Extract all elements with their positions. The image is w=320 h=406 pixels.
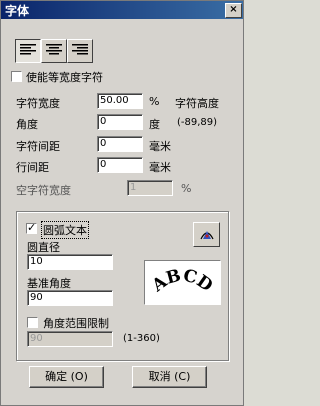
arc-text-icon	[200, 231, 214, 240]
base-angle-label: 基准角度	[27, 277, 71, 290]
angle-input[interactable]: 0	[97, 114, 143, 130]
angle-limit-input[interactable]: 90	[27, 331, 113, 347]
font-dialog: 字体 × 使能等宽度字符 字符宽度 50.00 % 字符高度 角度 0 度 (-…	[0, 0, 244, 406]
align-center-icon	[46, 44, 62, 55]
space-width-input[interactable]: 1	[127, 180, 173, 196]
angle-unit: 度	[149, 118, 160, 131]
space-width-unit: %	[181, 182, 192, 195]
diameter-label: 圆直径	[27, 241, 60, 254]
arc-text-checkbox[interactable]	[26, 221, 37, 234]
angle-limit-range: (1-360)	[123, 333, 160, 344]
char-width-input[interactable]: 50.00	[97, 93, 143, 109]
line-spacing-label: 行间距	[16, 161, 49, 174]
align-right-icon	[72, 44, 88, 55]
char-width-unit: %	[149, 95, 160, 108]
arc-text-label: 圆弧文本	[41, 221, 89, 239]
arc-preview: ABCD	[144, 260, 221, 305]
angle-range: (-89,89)	[177, 117, 218, 128]
window-title: 字体	[5, 4, 30, 18]
equal-width-label: 使能等宽度字符	[26, 71, 103, 84]
line-spacing-input[interactable]: 0	[97, 157, 143, 173]
align-right-button[interactable]	[67, 39, 93, 63]
align-left-button[interactable]	[15, 39, 41, 63]
char-spacing-unit: 毫米	[149, 140, 171, 153]
char-spacing-input[interactable]: 0	[97, 136, 143, 152]
angle-limit-label: 角度范围限制	[43, 317, 109, 330]
equal-width-checkbox[interactable]	[11, 71, 22, 82]
title-bar: 字体 ×	[1, 1, 243, 19]
ok-button[interactable]: 确定 (O)	[29, 366, 104, 388]
align-left-icon	[20, 44, 36, 55]
line-spacing-unit: 毫米	[149, 161, 171, 174]
base-angle-input[interactable]: 90	[27, 290, 113, 306]
space-width-label: 空字符宽度	[16, 184, 71, 197]
char-spacing-label: 字符间距	[16, 140, 60, 153]
arc-preview-text: ABCD	[148, 266, 217, 297]
diameter-input[interactable]: 10	[27, 254, 113, 270]
angle-limit-checkbox[interactable]	[27, 317, 38, 328]
arc-settings-button[interactable]	[193, 222, 220, 247]
char-width-label: 字符宽度	[16, 97, 60, 110]
close-button[interactable]: ×	[225, 3, 242, 18]
angle-label: 角度	[16, 118, 38, 131]
svg-text:ABCD: ABCD	[148, 266, 217, 297]
char-height-label: 字符高度	[175, 97, 219, 110]
align-center-button[interactable]	[41, 39, 67, 63]
cancel-button[interactable]: 取消 (C)	[132, 366, 207, 388]
